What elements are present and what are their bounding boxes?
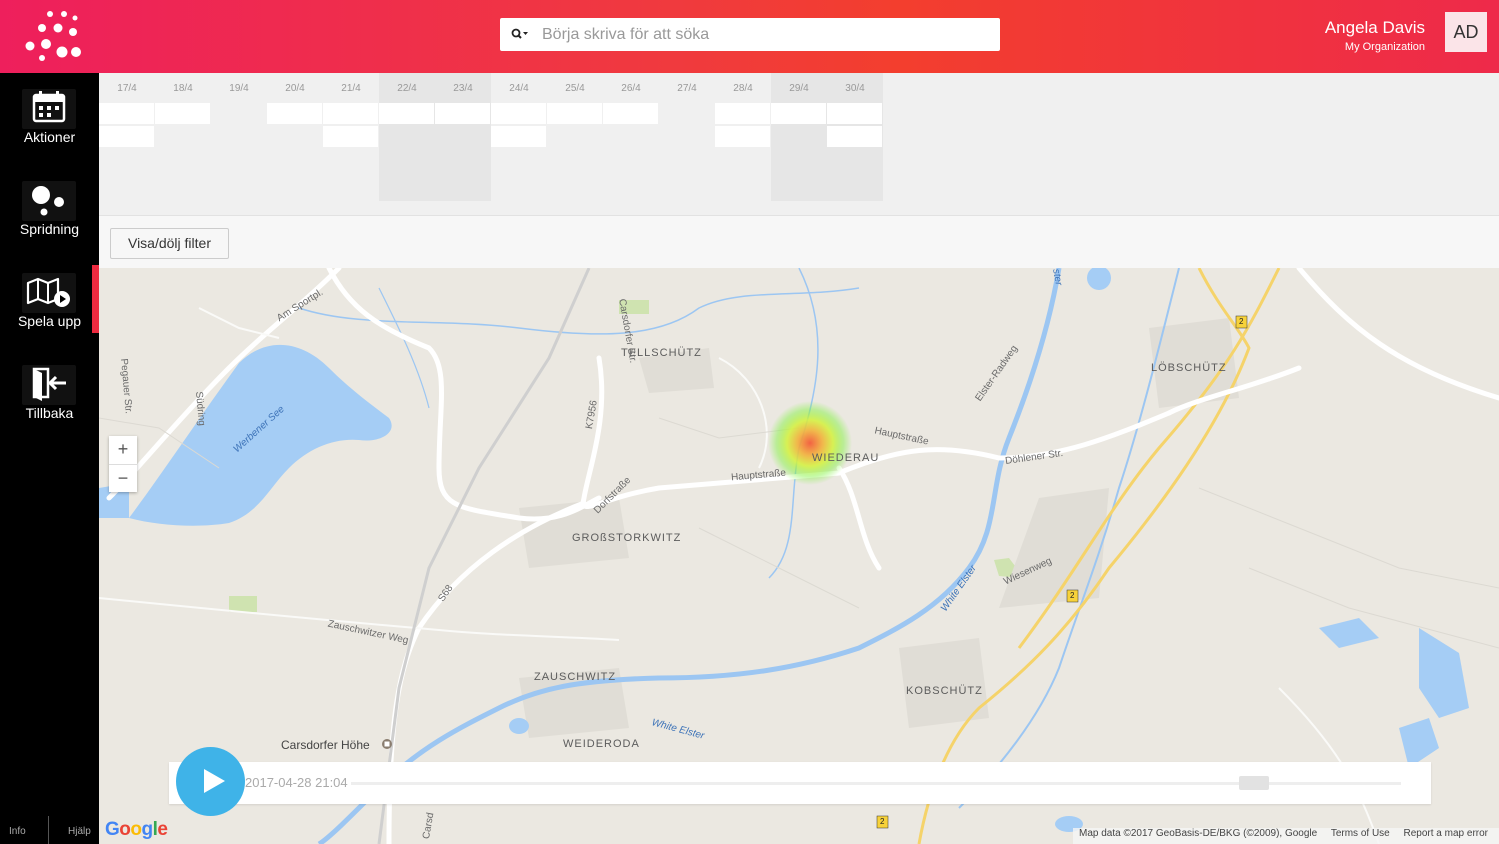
timeline-date-label: 20/4	[285, 83, 305, 94]
timeline-day-column[interactable]: 19/4	[211, 73, 267, 201]
timeline-day-column[interactable]: 28/4	[715, 73, 771, 201]
sidebar-item-label: Tillbaka	[25, 405, 74, 421]
help-link[interactable]: Hjälp	[68, 826, 91, 837]
timeline-date-label: 24/4	[509, 83, 529, 94]
playback-timestamp: 2017-04-28 21:04	[245, 775, 348, 790]
timeline-day-column[interactable]: 30/4	[827, 73, 883, 201]
sidebar-item-tillbaka[interactable]: Tillbaka	[0, 361, 99, 429]
timeline-event-cell[interactable]	[603, 103, 658, 124]
timeline-day-column[interactable]: 21/4	[323, 73, 379, 201]
road-shield-number: 2	[1239, 317, 1244, 326]
exit-door-icon	[22, 365, 76, 405]
place-label: GROßSTORKWITZ	[572, 532, 682, 544]
timeline-event-cell[interactable]	[267, 103, 322, 124]
timeline-day-column[interactable]: 29/4	[771, 73, 827, 201]
timeline-event-cell[interactable]	[99, 126, 154, 147]
timeline-event-cell[interactable]	[491, 126, 546, 147]
spread-dots-icon	[22, 181, 76, 221]
place-label: WEIDERODA	[563, 738, 640, 750]
place-label: KOBSCHÜTZ	[906, 685, 983, 697]
map-play-icon	[22, 273, 76, 313]
search-input[interactable]	[540, 22, 984, 48]
timeline-event-cell[interactable]	[771, 103, 826, 124]
app-logo[interactable]	[20, 8, 90, 63]
timeline-date-label: 18/4	[173, 83, 193, 94]
timeline-day-column[interactable]: 22/4	[379, 73, 435, 201]
timeline-day-column[interactable]: 18/4	[155, 73, 211, 201]
zoom-in-button[interactable]: +	[109, 436, 137, 464]
map-canvas[interactable]	[99, 268, 1499, 844]
place-label: WIEDERAU	[812, 452, 880, 464]
terms-of-use-link[interactable]: Terms of Use	[1331, 828, 1390, 839]
report-map-error-link[interactable]: Report a map error	[1404, 828, 1488, 839]
timeline-event-cell[interactable]	[827, 126, 882, 147]
timeline-event-cell[interactable]	[435, 103, 490, 124]
timeline-date-label: 25/4	[565, 83, 585, 94]
timeline-date-label: 22/4	[397, 83, 417, 94]
play-button[interactable]	[176, 747, 245, 816]
timeline-date-label: 21/4	[341, 83, 361, 94]
sidebar-item-label: Spridning	[19, 221, 80, 237]
place-label: ZAUSCHWITZ	[534, 671, 617, 683]
timeline-date-label: 27/4	[677, 83, 697, 94]
timeline-event-cell[interactable]	[547, 103, 602, 124]
activity-timeline: 17/4 18/4 19/4 20/4 21/4 22/4 23/4 24/4 25/4 26/4…	[99, 73, 1499, 215]
timeline-date-label: 28/4	[733, 83, 753, 94]
map-attribution: Map data ©2017 GeoBasis-DE/BKG (©2009), …	[1073, 828, 1499, 844]
timeline-event-cell[interactable]	[323, 103, 378, 124]
google-logo[interactable]: Google	[105, 819, 168, 841]
playback-bar: 2017-04-28 21:04	[169, 762, 1431, 804]
timeline-date-label: 26/4	[621, 83, 641, 94]
timeline-event-cell[interactable]	[99, 103, 154, 124]
info-link[interactable]: Info	[9, 826, 26, 837]
zoom-out-button[interactable]: −	[109, 465, 137, 493]
timeline-event-cell[interactable]	[155, 103, 210, 124]
zoom-controls: + −	[109, 436, 137, 492]
playback-scrubber-handle[interactable]	[1239, 776, 1269, 790]
search-icon[interactable]	[510, 26, 528, 44]
sidebar-footer: Info Hjälp	[0, 816, 99, 844]
timeline-event-cell[interactable]	[323, 126, 378, 147]
timeline-day-column[interactable]: 25/4	[547, 73, 603, 201]
timeline-day-column[interactable]: 27/4	[659, 73, 715, 201]
timeline-day-column[interactable]: 26/4	[603, 73, 659, 201]
footer-divider	[48, 816, 49, 844]
timeline-event-cell[interactable]	[491, 103, 546, 124]
timeline-event-cell[interactable]	[379, 103, 434, 124]
filter-bar: Visa/dölj filter	[99, 215, 1499, 269]
timeline-day-column[interactable]: 23/4	[435, 73, 491, 201]
timeline-day-column[interactable]: 17/4	[99, 73, 155, 201]
timeline-date-label: 29/4	[789, 83, 809, 94]
timeline-date-label: 30/4	[845, 83, 865, 94]
user-organization[interactable]: My Organization	[1345, 41, 1425, 53]
sidebar-item-spridning[interactable]: Spridning	[0, 177, 99, 245]
sidebar-item-spela-upp[interactable]: Spela upp	[0, 265, 99, 337]
timeline-event-cell[interactable]	[715, 126, 770, 147]
top-header: Angela Davis My Organization AD	[0, 0, 1499, 73]
search-box[interactable]	[500, 18, 1000, 51]
road-shield-number: 2	[880, 817, 885, 826]
map-view[interactable]: 2 2 2 TELLSCHÜTZ LÖBSCHÜTZ WIEDERAU GROß…	[99, 268, 1499, 844]
timeline-date-label: 17/4	[117, 83, 137, 94]
avatar[interactable]: AD	[1445, 12, 1487, 52]
timeline-event-cell[interactable]	[715, 103, 770, 124]
calendar-icon	[22, 89, 76, 129]
road-shield-number: 2	[1070, 591, 1075, 600]
timeline-date-label: 23/4	[453, 83, 473, 94]
timeline-event-cell[interactable]	[827, 103, 882, 124]
user-name[interactable]: Angela Davis	[1325, 18, 1425, 38]
sidebar: Aktioner Spridning Spela upp Tillbaka In…	[0, 73, 99, 844]
place-label: LÖBSCHÜTZ	[1151, 362, 1227, 374]
timeline-day-column[interactable]: 20/4	[267, 73, 323, 201]
map-data-credit: Map data ©2017 GeoBasis-DE/BKG (©2009), …	[1079, 828, 1318, 839]
timeline-date-label: 19/4	[229, 83, 249, 94]
toggle-filter-button[interactable]: Visa/dölj filter	[110, 228, 229, 259]
sidebar-item-label: Spela upp	[17, 313, 82, 329]
timeline-day-column[interactable]: 24/4	[491, 73, 547, 201]
place-label: Carsdorfer Höhe	[281, 738, 370, 752]
sidebar-item-label: Aktioner	[23, 129, 76, 145]
sidebar-item-aktioner[interactable]: Aktioner	[0, 85, 99, 153]
play-icon	[204, 769, 225, 793]
